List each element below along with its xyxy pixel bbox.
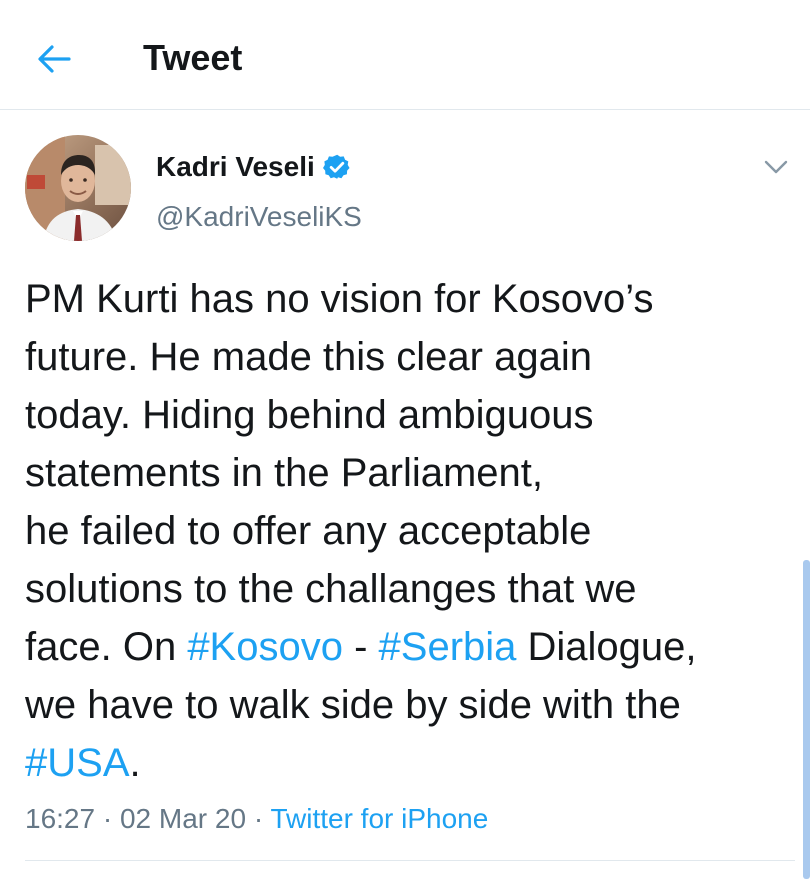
author-handle[interactable]: @KadriVeseliKS xyxy=(156,198,362,236)
tweet-text-line: future. He made this clear again xyxy=(25,328,795,386)
verified-badge-icon xyxy=(322,153,351,181)
hashtag-link[interactable]: #USA xyxy=(25,741,130,785)
tweet-text-line: he failed to offer any acceptable xyxy=(25,502,795,560)
tweet-meta: 16:27 · 02 Mar 20 · Twitter for iPhone xyxy=(25,800,488,838)
back-button[interactable] xyxy=(30,37,78,81)
tweet-text-segment: PM Kurti has no vision for Kosovo’s xyxy=(25,277,654,321)
author-name[interactable]: Kadri Veseli xyxy=(156,147,315,187)
tweet-source-link[interactable]: Twitter for iPhone xyxy=(270,803,488,834)
profile-photo xyxy=(25,135,131,241)
chevron-down-icon xyxy=(764,160,788,174)
meta-separator-2: · xyxy=(253,803,264,834)
divider xyxy=(25,860,795,861)
author-name-row[interactable]: Kadri Veseli xyxy=(156,147,351,187)
tweet-text-segment: today. Hiding behind ambiguous xyxy=(25,393,594,437)
avatar[interactable] xyxy=(25,135,131,241)
tweet-text-line: we have to walk side by side with the xyxy=(25,676,795,734)
tweet-text-line: solutions to the challanges that we xyxy=(25,560,795,618)
tweet-options-button[interactable] xyxy=(758,152,794,182)
tweet-text-segment: Dialogue, xyxy=(516,625,697,669)
hashtag-link[interactable]: #Serbia xyxy=(379,625,517,669)
hashtag-link[interactable]: #Kosovo xyxy=(187,625,343,669)
tweet-text-line: today. Hiding behind ambiguous xyxy=(25,386,795,444)
page-title: Tweet xyxy=(143,37,243,78)
tweet-text-segment: future. He made this clear again xyxy=(25,335,592,379)
tweet-text-segment: he failed to offer any acceptable xyxy=(25,509,592,553)
tweet-text-line: face. On #Kosovo - #Serbia Dialogue, xyxy=(25,618,795,676)
tweet-text-segment: face. On xyxy=(25,625,188,669)
tweet-text-segment: - xyxy=(342,625,379,669)
top-app-bar: Tweet xyxy=(0,0,810,110)
tweet-text-segment: statements in the Parliament, xyxy=(25,451,544,495)
tweet-text-line: statements in the Parliament, xyxy=(25,444,795,502)
tweet-text-segment: . xyxy=(129,741,141,785)
scrollbar[interactable] xyxy=(803,560,810,879)
tweet-text-segment: we have to walk side by side with the xyxy=(25,683,681,727)
tweet-text: PM Kurti has no vision for Kosovo’s futur… xyxy=(25,270,795,792)
arrow-left-icon xyxy=(38,45,71,73)
tweet-time: 16:27 xyxy=(25,803,96,834)
tweet-date: 02 Mar 20 xyxy=(119,803,247,834)
tweet-text-line: #USA. xyxy=(25,734,795,792)
tweet-text-line: PM Kurti has no vision for Kosovo’s xyxy=(25,270,795,328)
meta-separator: · xyxy=(102,803,113,834)
tweet-text-segment: solutions to the challanges that we xyxy=(25,567,637,611)
